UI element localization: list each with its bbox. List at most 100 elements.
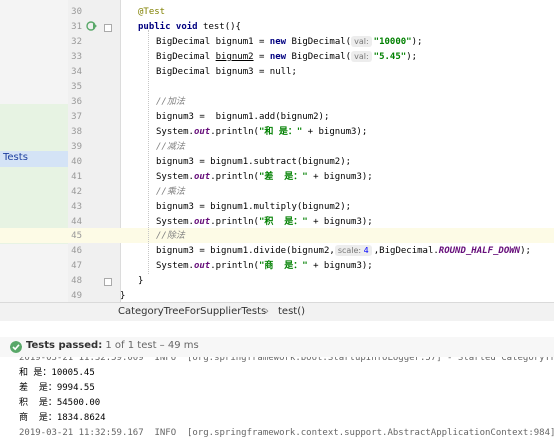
code-string: "积 是：" xyxy=(258,217,308,227)
code-token: ); xyxy=(520,246,531,256)
code-token: System. xyxy=(156,172,194,182)
run-test-icon[interactable] xyxy=(86,20,98,32)
param-hint-value: 4 xyxy=(363,246,369,255)
fold-marker-icon[interactable] xyxy=(104,24,112,32)
line-number: 36 xyxy=(71,97,82,107)
code-token: System. xyxy=(156,217,194,227)
line-number: 44 xyxy=(71,217,82,227)
code-field: out xyxy=(193,127,211,137)
code-token: bignum3 = bignum1.divide(bignum2, xyxy=(156,246,335,256)
console-line: 积 是：54500.00 xyxy=(19,398,101,408)
tree-item-tests-label: Tests xyxy=(3,152,28,163)
code-variable: bignum2 xyxy=(215,52,254,62)
line-number: 43 xyxy=(71,202,82,212)
code-field: out xyxy=(193,217,211,227)
code-line[interactable]: System.out.println("商 是：" + bignum3); xyxy=(156,259,373,274)
code-line[interactable]: public void test(){ xyxy=(138,20,241,35)
code-comment[interactable]: //乘法 xyxy=(156,185,185,200)
code-token: .println( xyxy=(210,261,259,271)
line-number: 41 xyxy=(71,172,82,182)
line-number: 45 xyxy=(71,231,82,241)
line-number: 32 xyxy=(71,37,82,47)
code-token: BigDecimal xyxy=(156,52,216,62)
code-comment[interactable]: //减法 xyxy=(156,140,185,155)
code-token: BigDecimal bignum1 = xyxy=(156,37,270,47)
code-line[interactable]: BigDecimal bignum1 = new BigDecimal(val:… xyxy=(156,35,422,50)
param-hint: scale: 4 xyxy=(334,245,372,256)
code-token: System. xyxy=(156,261,194,271)
breadcrumb-class[interactable]: CategoryTreeForSupplierTests xyxy=(118,306,266,317)
code-string: "和 是：" xyxy=(258,127,303,137)
code-token: + bignum3); xyxy=(307,217,373,227)
console-line: 商 是：1834.8624 xyxy=(19,413,106,423)
code-keyword: new xyxy=(269,52,287,62)
code-editor[interactable]: Tests 30 31 32 33 34 35 36 37 38 39 40 4… xyxy=(0,0,554,302)
code-field: out xyxy=(193,172,211,182)
line-number: 49 xyxy=(71,291,82,301)
code-string: "10000" xyxy=(373,37,412,47)
test-status-detail: 1 of 1 test – 49 ms xyxy=(105,340,199,351)
code-token: BigDecimal( xyxy=(286,52,352,62)
line-number: 40 xyxy=(71,157,82,167)
line-number: 34 xyxy=(71,67,82,77)
code-token: System. xyxy=(156,127,194,137)
code-token: .println( xyxy=(210,127,259,137)
code-line[interactable]: BigDecimal bignum2 = new BigDecimal(val:… xyxy=(156,50,417,65)
current-line-highlight xyxy=(0,228,554,243)
code-field: out xyxy=(193,261,211,271)
code-token: ,BigDecimal. xyxy=(373,246,439,256)
console-output[interactable]: 2019-03-21 11:32:59.009 INFO [org.spring… xyxy=(0,357,554,437)
indent-guide xyxy=(148,30,149,274)
code-keyword: new xyxy=(269,37,287,47)
code-string: "5.45" xyxy=(373,52,407,62)
code-string: "差 是：" xyxy=(258,172,308,182)
line-number: 48 xyxy=(71,276,82,286)
code-line[interactable]: bignum3 = bignum1.divide(bignum2, scale: … xyxy=(156,244,531,259)
breadcrumb-separator: › xyxy=(265,306,269,317)
code-token: .println( xyxy=(210,172,259,182)
console-line: 2019-03-21 11:32:59.009 INFO [org.spring… xyxy=(19,357,554,363)
console-line: 和 是：10005.45 xyxy=(19,368,95,378)
code-comment[interactable]: //除法 xyxy=(156,229,185,244)
console-line: 差 是：9994.55 xyxy=(19,383,95,393)
gutter-divider xyxy=(120,0,121,302)
code-token: + bignum3); xyxy=(307,172,373,182)
code-line[interactable]: @Test xyxy=(138,5,165,20)
fold-marker-icon[interactable] xyxy=(104,278,112,286)
line-number: 30 xyxy=(71,7,82,17)
code-line[interactable]: BigDecimal bignum3 = null; xyxy=(156,65,297,80)
check-circle-icon xyxy=(10,341,22,353)
code-line[interactable]: System.out.println("积 是：" + bignum3); xyxy=(156,215,373,230)
code-token: + bignum3); xyxy=(307,261,373,271)
code-token: = xyxy=(253,52,270,62)
line-number: 37 xyxy=(71,112,82,122)
param-hint-label: scale: xyxy=(337,246,362,255)
code-comment[interactable]: //加法 xyxy=(156,95,185,110)
code-line[interactable]: System.out.println("差 是：" + bignum3); xyxy=(156,170,373,185)
code-line[interactable]: } xyxy=(120,289,125,302)
line-number: 38 xyxy=(71,127,82,137)
code-token: .println( xyxy=(210,217,259,227)
code-line[interactable]: bignum3 = bignum1.multiply(bignum2); xyxy=(156,200,351,215)
code-field: ROUND_HALF_DOWN xyxy=(438,246,521,256)
code-string: "商 是：" xyxy=(258,261,308,271)
breadcrumb: CategoryTreeForSupplierTests › test() xyxy=(0,302,554,321)
line-number: 31 xyxy=(71,22,82,32)
line-number: 33 xyxy=(71,52,82,62)
line-number: 42 xyxy=(71,187,82,197)
code-token: ); xyxy=(411,37,423,47)
code-token: BigDecimal( xyxy=(286,37,352,47)
code-line[interactable]: } xyxy=(138,274,143,289)
run-panel-header xyxy=(0,321,554,338)
code-line[interactable]: System.out.println("和 是：" + bignum3); xyxy=(156,125,367,140)
breadcrumb-method[interactable]: test() xyxy=(278,306,305,317)
line-number: 46 xyxy=(71,246,82,256)
test-status-label: Tests passed: xyxy=(26,340,103,351)
code-token: ); xyxy=(406,52,418,62)
test-status-text: Tests passed: 1 of 1 test – 49 ms xyxy=(26,340,199,351)
code-line[interactable]: bignum3 = bignum1.add(bignum2); xyxy=(156,110,329,125)
line-number: 47 xyxy=(71,261,82,271)
line-number: 35 xyxy=(71,82,82,92)
param-hint: val: xyxy=(351,51,372,62)
code-line[interactable]: bignum3 = bignum1.subtract(bignum2); xyxy=(156,155,351,170)
